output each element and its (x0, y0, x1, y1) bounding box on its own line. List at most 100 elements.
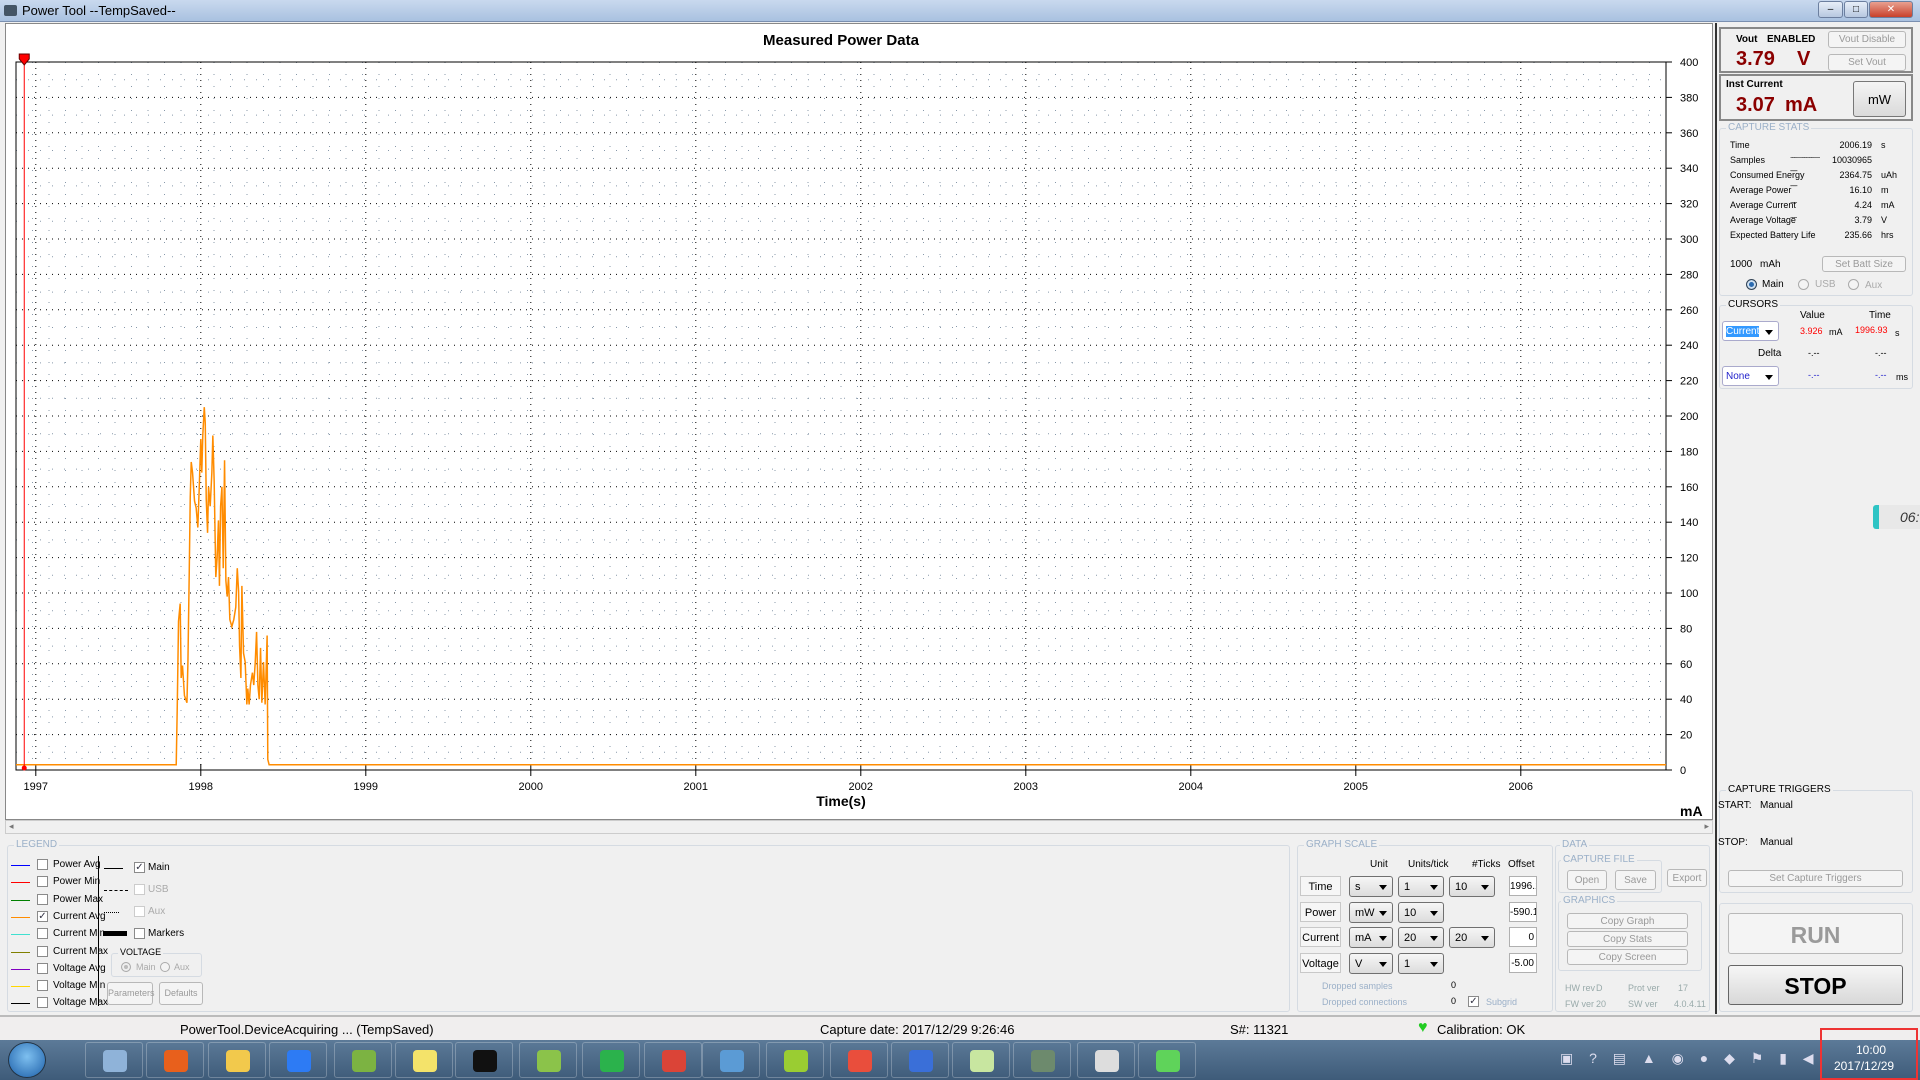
aux-checkbox[interactable] (134, 906, 145, 917)
ticks-dropdown[interactable]: 20 (1449, 927, 1495, 948)
side-clock-widget[interactable]: 06: (1873, 505, 1920, 529)
main-line-sample (104, 868, 123, 869)
mw-button[interactable]: mW (1853, 81, 1906, 117)
cursor-handle-icon[interactable] (18, 53, 30, 66)
prot-ver-label: Prot ver (1628, 983, 1660, 993)
legend-checkbox[interactable] (37, 997, 48, 1009)
taskbar-notes[interactable] (269, 1042, 327, 1078)
taskbar-power-tool[interactable] (891, 1042, 949, 1078)
minimize-button[interactable]: – (1818, 1, 1843, 18)
power-graph[interactable]: Measured Power Data 1997 1998 1999 2000 2001 2… (5, 23, 1713, 820)
stat-label: Average Current (1730, 200, 1796, 210)
clock[interactable]: 10:00 2017/12/29 (1820, 1028, 1918, 1080)
copy-graph-button[interactable]: Copy Graph (1567, 913, 1688, 929)
taskbar-monitor-app[interactable] (1013, 1042, 1071, 1078)
offset-input[interactable]: 1996.1 (1509, 876, 1537, 896)
stop-label: STOP: (1718, 837, 1748, 848)
vout-disable-button[interactable]: Vout Disable (1828, 31, 1906, 48)
tray-icons[interactable]: ▣ ? ▤ ▲ ◉ ● ◆ ⚑ ▮ ◀ (1560, 1050, 1820, 1067)
set-batt-size-button[interactable]: Set Batt Size (1822, 256, 1906, 272)
taskbar-remote-desktop[interactable] (702, 1042, 760, 1078)
y-tick-label: 280 (1680, 269, 1698, 281)
cursor-type-dropdown[interactable]: Current (1722, 321, 1779, 341)
units-per-tick-dropdown[interactable]: 10 (1398, 901, 1444, 923)
radio-aux[interactable] (1848, 279, 1859, 290)
ticks-dropdown[interactable]: 10 (1449, 876, 1495, 897)
fw-ver-label: FW ver (1565, 999, 1594, 1009)
taskbar-wechat[interactable] (1138, 1042, 1196, 1078)
legend-checkbox[interactable] (37, 980, 48, 992)
parameters-button[interactable]: Parameters (107, 982, 155, 1005)
taskbar-pdf-reader[interactable] (830, 1042, 888, 1078)
open-button[interactable]: Open (1567, 870, 1607, 890)
usb-checkbox[interactable] (134, 884, 145, 895)
legend-checkbox[interactable] (37, 928, 48, 940)
taskbar-green-app[interactable] (766, 1042, 824, 1078)
legend-checkbox[interactable] (37, 893, 48, 905)
offset-input[interactable]: -5.00 (1509, 952, 1537, 973)
legend-checkbox[interactable] (37, 962, 48, 974)
system-tray: ▣ ? ▤ ▲ ◉ ● ◆ ⚑ ▮ ◀ (1560, 1050, 1815, 1070)
legend-label: Power Avg (53, 859, 101, 870)
save-button[interactable]: Save (1615, 870, 1656, 890)
taskbar-android-studio[interactable] (334, 1042, 392, 1078)
legend-line-sample (11, 865, 30, 866)
inst-current-unit: mA (1785, 94, 1818, 116)
set-capture-triggers-button[interactable]: Set Capture Triggers (1728, 870, 1903, 887)
taskbar-chart-app[interactable] (952, 1042, 1010, 1078)
main-label: Main (148, 862, 170, 873)
main-checkbox[interactable]: ✓ (134, 862, 145, 873)
units-per-tick-dropdown[interactable]: 1 (1398, 876, 1444, 897)
maximize-button[interactable]: □ (1844, 1, 1868, 18)
scale-row-label: Voltage (1300, 952, 1341, 973)
offset-input[interactable]: 0 (1509, 927, 1537, 947)
dropped-samples-value: 0 (1451, 980, 1457, 990)
run-button[interactable]: RUN (1728, 913, 1903, 954)
voltage-main-radio[interactable] (121, 962, 131, 972)
subgrid-checkbox[interactable]: ✓ (1468, 996, 1479, 1007)
units-per-tick-dropdown[interactable]: 1 (1398, 952, 1444, 974)
close-button[interactable]: ✕ (1869, 1, 1913, 18)
taskbar-firefox[interactable] (146, 1042, 204, 1078)
unit-dropdown[interactable]: s (1349, 876, 1393, 897)
capture-stats-group: CAPTURE STATS Time 2006.19 s Samples.......… (1719, 122, 1913, 296)
start-button[interactable] (8, 1042, 46, 1078)
copy-screen-button[interactable]: Copy Screen (1567, 949, 1688, 965)
taskbar-sticky-notes[interactable] (395, 1042, 453, 1078)
legend-checkbox[interactable]: ✓ (37, 910, 48, 922)
android-tool-icon (537, 1050, 561, 1072)
cursor-none-dropdown[interactable]: None (1722, 366, 1779, 386)
unit-dropdown[interactable]: V (1349, 952, 1393, 974)
radio-main[interactable] (1746, 279, 1757, 290)
stop-button[interactable]: STOP (1728, 965, 1903, 1005)
taskbar-chrome[interactable] (644, 1042, 702, 1078)
legend-checkbox[interactable] (37, 876, 48, 888)
start-label: START: (1718, 800, 1752, 811)
export-button[interactable]: Export (1667, 869, 1707, 887)
unit-dropdown[interactable]: mW (1349, 901, 1393, 923)
units-per-tick-dropdown[interactable]: 20 (1398, 927, 1444, 948)
y-tick-label: 380 (1680, 92, 1698, 104)
taskbar-wifi-app[interactable] (582, 1042, 640, 1078)
copy-stats-button[interactable]: Copy Stats (1567, 931, 1688, 947)
set-vout-button[interactable]: Set Vout (1828, 54, 1906, 71)
horizontal-scrollbar[interactable]: ◂ ▸ (5, 820, 1713, 834)
offset-input[interactable]: -590.1 (1509, 901, 1537, 922)
y-tick-label: 320 (1680, 199, 1698, 211)
scroll-left-icon[interactable]: ◂ (9, 821, 14, 832)
radio-usb[interactable] (1798, 279, 1809, 290)
taskbar-file-explorer[interactable] (208, 1042, 266, 1078)
scroll-right-icon[interactable]: ▸ (1704, 821, 1709, 832)
voltage-aux-radio[interactable] (160, 962, 170, 972)
chart-svg[interactable]: Measured Power Data1997 1998 1999 2000 2001 2… (6, 24, 1712, 819)
taskbar-android-tool[interactable] (519, 1042, 577, 1078)
legend-checkbox[interactable] (37, 859, 48, 870)
unit-dropdown[interactable]: mA (1349, 927, 1393, 948)
legend-checkbox[interactable] (37, 945, 48, 957)
defaults-button[interactable]: Defaults (159, 982, 203, 1005)
taskbar-disk-app[interactable] (1077, 1042, 1135, 1078)
markers-checkbox[interactable] (134, 928, 145, 939)
batt-size-value: 1000 (1730, 259, 1753, 270)
taskbar-command-prompt[interactable] (455, 1042, 513, 1078)
taskbar-calculator[interactable] (85, 1042, 143, 1078)
